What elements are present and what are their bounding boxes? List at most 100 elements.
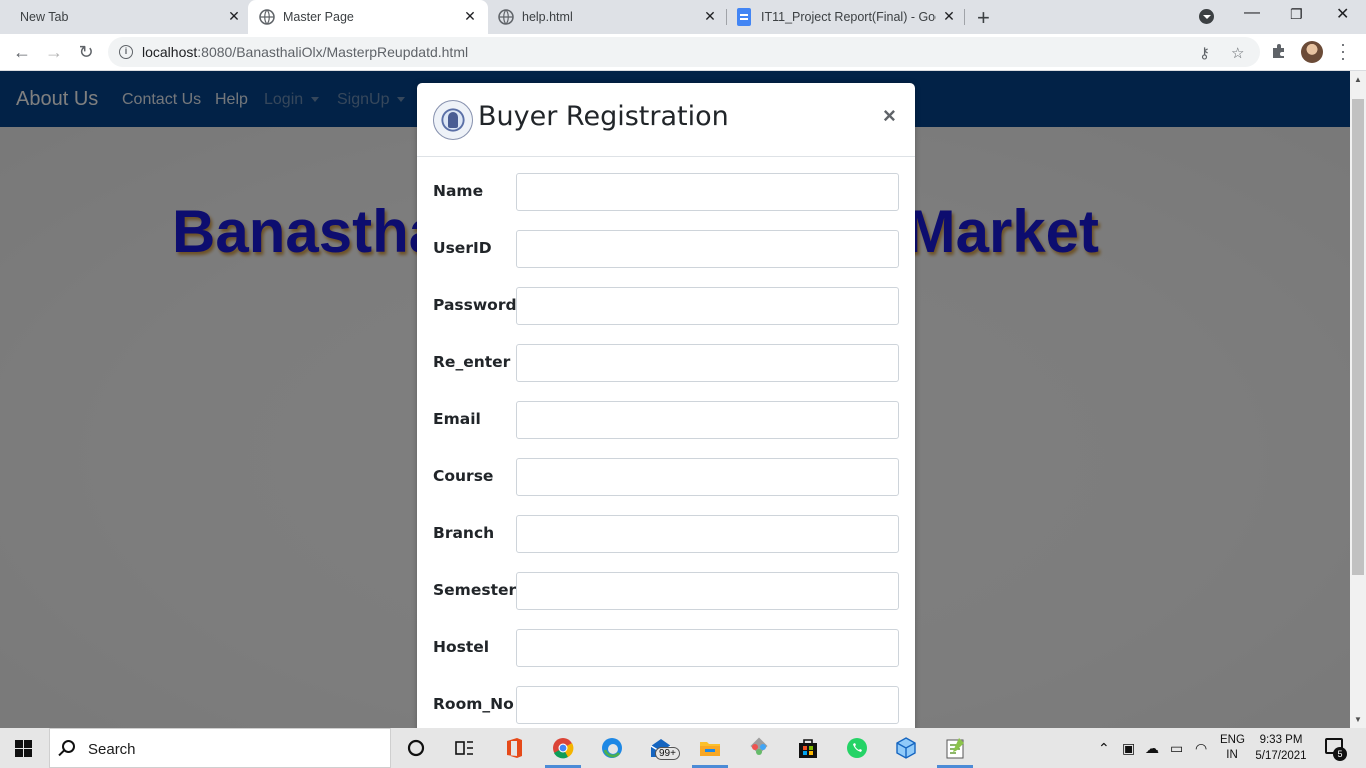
modal-header: Buyer Registration ×: [417, 83, 915, 157]
clock-time: 9:33 PM: [1259, 734, 1303, 746]
close-icon[interactable]: ✕: [226, 8, 242, 24]
edge-icon[interactable]: [599, 736, 625, 760]
field-label: Room_No: [433, 695, 514, 713]
microsoft-store-icon[interactable]: [795, 736, 821, 760]
forward-arrow-icon[interactable]: →: [43, 42, 65, 63]
show-hidden-icons-chevron-up-icon[interactable]: ⌃: [1098, 740, 1110, 757]
notepad-plus-icon[interactable]: [942, 736, 968, 760]
form-row-branch: Branch: [433, 515, 899, 553]
close-icon[interactable]: ✕: [941, 8, 957, 24]
reload-icon[interactable]: ↻: [75, 42, 97, 63]
taskbar-search-box[interactable]: Search: [49, 728, 391, 768]
url-text[interactable]: localhost:8080/BanasthaliOlx/MasterpReup…: [142, 44, 468, 60]
onedrive-cloud-icon[interactable]: ☁: [1145, 740, 1159, 757]
university-logo-icon: [433, 100, 473, 140]
field-label: Course: [433, 467, 494, 485]
field-label: Hostel: [433, 638, 490, 656]
google-docs-icon: [737, 8, 751, 26]
region-code: IN: [1226, 749, 1238, 761]
form-row-hostel: Hostel: [433, 629, 899, 667]
course-input[interactable]: [516, 458, 899, 496]
globe-icon: [498, 9, 514, 25]
profile-avatar[interactable]: [1301, 41, 1323, 63]
scroll-up-arrow-icon[interactable]: ▲: [1354, 75, 1362, 84]
modal-close-button[interactable]: ×: [883, 103, 896, 129]
form-row-semester: Semester: [433, 572, 899, 610]
star-icon[interactable]: ☆: [1231, 44, 1244, 62]
language-code: ENG: [1220, 734, 1245, 746]
office-icon[interactable]: [501, 736, 527, 760]
system-clock[interactable]: 9:33 PM 5/17/2021: [1253, 732, 1309, 764]
tab-title: New Tab: [20, 10, 69, 24]
restore-icon[interactable]: ❐: [1290, 6, 1303, 23]
scroll-down-arrow-icon[interactable]: ▼: [1354, 715, 1362, 724]
window-close-icon[interactable]: ✕: [1336, 4, 1349, 24]
url-path: :8080/BanasthaliOlx/MasterpReupdatd.html: [197, 44, 469, 60]
wifi-icon[interactable]: ◠: [1195, 740, 1207, 757]
snip-sketch-icon[interactable]: [746, 736, 772, 760]
tab-title: IT11_Project Report(Final) - Goog: [761, 10, 936, 24]
key-icon[interactable]: ⚷: [1199, 44, 1210, 62]
clock-date: 5/17/2021: [1255, 750, 1307, 762]
field-label: Re_enter: [433, 353, 511, 371]
cortana-circle-icon[interactable]: [403, 736, 429, 760]
password-input[interactable]: [516, 287, 899, 325]
language-indicator[interactable]: ENG IN: [1220, 733, 1245, 763]
battery-icon[interactable]: ▭: [1170, 740, 1183, 757]
name-input[interactable]: [516, 173, 899, 211]
url-host: localhost: [142, 44, 198, 60]
whatsapp-icon[interactable]: [844, 736, 870, 760]
room-no-input[interactable]: [516, 686, 899, 724]
modal-title: Buyer Registration: [478, 101, 729, 132]
meet-now-icon[interactable]: ▣: [1122, 740, 1135, 757]
address-bar[interactable]: i localhost:8080/BanasthaliOlx/MasterpRe…: [108, 37, 1260, 67]
field-label: Password: [433, 296, 517, 314]
scrollbar-thumb[interactable]: [1352, 99, 1364, 575]
form-row-reenter: Re_enter: [433, 344, 899, 382]
globe-icon: [259, 9, 275, 25]
form-row-course: Course: [433, 458, 899, 496]
close-icon[interactable]: ✕: [702, 8, 718, 24]
userid-input[interactable]: [516, 230, 899, 268]
hostel-input[interactable]: [516, 629, 899, 667]
close-icon[interactable]: ✕: [462, 8, 478, 24]
back-arrow-icon[interactable]: ←: [11, 42, 33, 63]
field-label: Semester: [433, 581, 517, 599]
form-row-room-no: Room_No: [433, 686, 899, 724]
tab-new-tab[interactable]: New Tab ✕: [8, 0, 248, 34]
windows-taskbar: Search 99+ ⌃ ▣ ☁ ▭ ◠ ENG IN 9:33 PM 5/17…: [0, 728, 1366, 768]
tab-project-report[interactable]: IT11_Project Report(Final) - Goog ✕: [727, 0, 965, 34]
form-row-userid: UserID: [433, 230, 899, 268]
field-label: Email: [433, 410, 481, 428]
tab-title: help.html: [522, 10, 573, 24]
chrome-icon[interactable]: [550, 736, 576, 760]
tab-separator: [964, 9, 965, 25]
branch-input[interactable]: [516, 515, 899, 553]
minimize-icon[interactable]: —: [1244, 4, 1260, 22]
field-label: Branch: [433, 524, 495, 542]
semester-input[interactable]: [516, 572, 899, 610]
notification-badge: 5: [1333, 747, 1347, 761]
buyer-registration-modal: Buyer Registration × Name UserID Passwor…: [417, 83, 915, 743]
extensions-puzzle-icon[interactable]: [1271, 43, 1287, 59]
tab-master-page[interactable]: Master Page ✕: [248, 0, 488, 34]
field-label: Name: [433, 182, 484, 200]
browser-toolbar: ← → ↻ i localhost:8080/BanasthaliOlx/Mas…: [0, 34, 1366, 71]
reenter-password-input[interactable]: [516, 344, 899, 382]
search-icon: [62, 740, 75, 753]
mail-badge: 99+: [655, 747, 680, 760]
browser-menu-icon[interactable]: · · ·: [1340, 35, 1348, 67]
tab-help[interactable]: help.html ✕: [488, 0, 726, 34]
form-row-email: Email: [433, 401, 899, 439]
tab-title: Master Page: [283, 10, 354, 24]
file-explorer-icon[interactable]: [697, 736, 723, 760]
task-view-icon[interactable]: [451, 736, 477, 760]
3d-viewer-icon[interactable]: [893, 736, 919, 760]
new-tab-plus-icon[interactable]: +: [977, 5, 990, 31]
site-info-icon[interactable]: i: [119, 45, 133, 59]
tab-search-icon[interactable]: [1199, 9, 1214, 24]
field-label: UserID: [433, 239, 492, 257]
windows-start-icon[interactable]: [15, 740, 32, 757]
email-input[interactable]: [516, 401, 899, 439]
page-scrollbar[interactable]: ▲ ▼: [1350, 71, 1366, 728]
